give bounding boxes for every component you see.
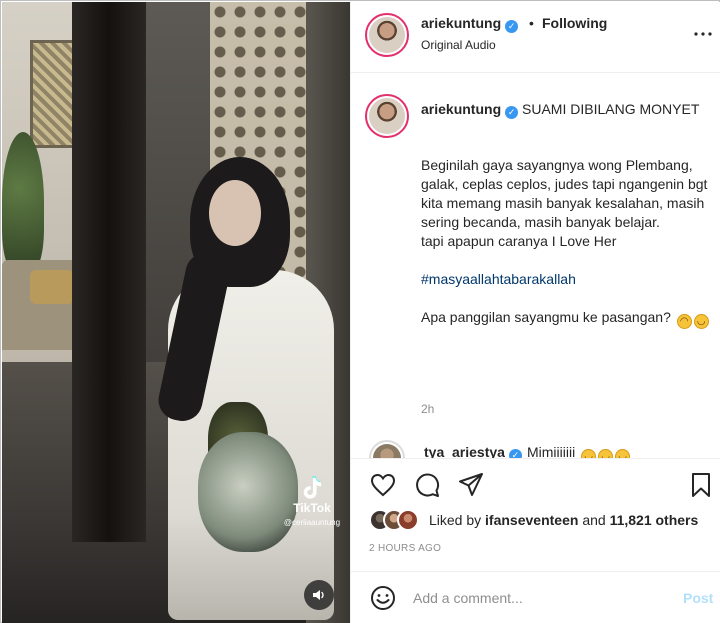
post-video[interactable]: TikTok @ceriiaauntung <box>2 2 350 623</box>
caption-line: tapi apapun caranya I Love Her <box>421 233 617 249</box>
comment-input[interactable] <box>413 586 643 610</box>
following-button[interactable]: Following <box>542 15 607 31</box>
caption-username[interactable]: ariekuntung <box>421 101 501 117</box>
sound-toggle-button[interactable] <box>304 580 334 610</box>
comment-text: Mimiiiiiii ◡ ◡ ◡ <box>527 444 631 458</box>
post-modal: TikTok @ceriiaauntung ariekuntung ✓ • Fol… <box>0 0 720 623</box>
caption-time: 2h <box>421 402 435 416</box>
bookmark-icon[interactable] <box>687 471 715 499</box>
emoji-icon: ◡ <box>615 449 631 458</box>
tiktok-label: TikTok <box>293 501 331 515</box>
laughing-emoji-icon: ◠ <box>676 314 692 329</box>
verified-badge-icon: ✓ <box>505 106 519 119</box>
liked-by-others-link[interactable]: 11,821 others <box>610 512 699 528</box>
emoji-icon: ◡ <box>598 449 614 458</box>
caption-title: SUAMI DIBILANG MONYET <box>522 101 700 117</box>
tiktok-logo-icon <box>303 476 322 499</box>
more-options-icon[interactable] <box>691 22 715 46</box>
author-username[interactable]: ariekuntung <box>421 15 501 31</box>
add-comment-bar: Post <box>351 571 720 623</box>
caption-area: ariekuntung ✓ SUAMI DIBILANG MONYET Begin… <box>351 74 720 458</box>
grin-emoji-icon: ◡ <box>693 314 709 329</box>
share-icon[interactable] <box>457 471 485 499</box>
video-scene-plant <box>2 132 44 272</box>
author-avatar[interactable] <box>365 13 409 57</box>
video-scene-pillar <box>72 2 146 542</box>
liker-avatar[interactable] <box>397 509 419 531</box>
original-audio-link[interactable]: Original Audio <box>421 38 496 52</box>
verified-badge-icon: ✓ <box>505 20 519 33</box>
likes-text: Liked by ifanseventeen and 11,821 others <box>429 512 699 528</box>
tiktok-handle: @ceriiaauntung <box>283 518 341 527</box>
commenter-avatar[interactable] <box>369 440 405 458</box>
caption-line: Beginilah gaya sayangnya wong Plembang, … <box>421 157 708 192</box>
post-actions: Liked by ifanseventeen and 11,821 others… <box>351 458 720 622</box>
post-header: ariekuntung ✓ • Following Original Audio <box>351 2 720 73</box>
video-person-face <box>209 180 261 246</box>
comment-preview: tya_ariestya ✓ Mimiiiiiii ◡ ◡ ◡ <box>351 436 720 458</box>
sound-icon <box>313 590 324 600</box>
comment-icon[interactable] <box>413 471 441 499</box>
posted-timestamp[interactable]: 2 HOURS AGO <box>369 543 441 554</box>
liked-by-user-link[interactable]: ifanseventeen <box>485 512 578 528</box>
commenter-username[interactable]: tya_ariestya ✓ <box>424 444 522 458</box>
caption-hashtag[interactable]: #masyaallahtabarakallah <box>421 271 576 287</box>
header-separator: • <box>529 15 534 31</box>
author-username-link[interactable]: ariekuntung ✓ <box>421 15 519 33</box>
heart-icon[interactable] <box>369 471 397 499</box>
verified-badge-icon: ✓ <box>508 449 522 458</box>
caption-body: Beginilah gaya sayangnya wong Plembang, … <box>421 156 711 329</box>
caption-line: kita memang masih banyak kesalahan, masi… <box>421 195 705 230</box>
emoji-icon[interactable] <box>369 584 397 612</box>
caption-author-avatar[interactable] <box>365 94 409 138</box>
tiktok-watermark: TikTok @ceriiaauntung <box>276 476 348 527</box>
post-side-panel: ariekuntung ✓ • Following Original Audio … <box>350 2 720 623</box>
caption-question: Apa panggilan sayangmu ke pasangan? <box>421 309 671 325</box>
post-comment-button[interactable]: Post <box>683 590 713 606</box>
caption-header: ariekuntung ✓ SUAMI DIBILANG MONYET <box>421 99 711 119</box>
video-scene-cushion <box>30 270 74 304</box>
emoji-icon: ◡ <box>581 449 597 458</box>
